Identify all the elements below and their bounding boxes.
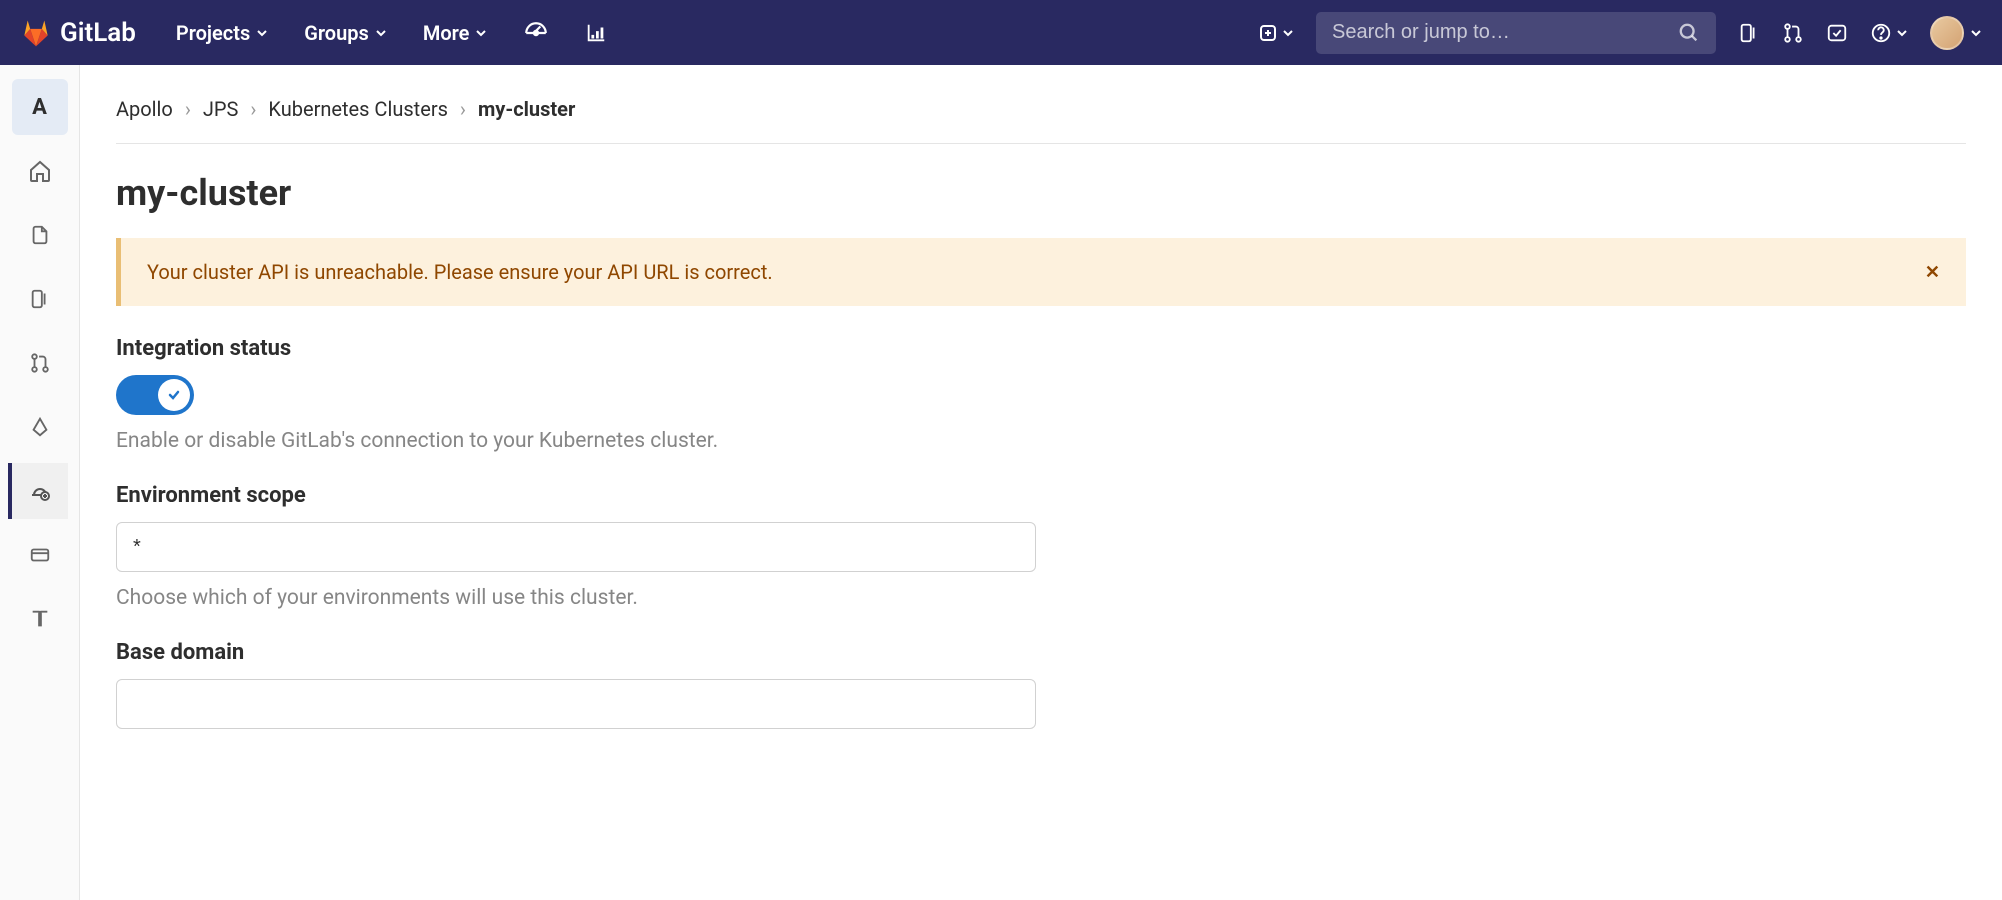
integration-toggle[interactable] xyxy=(116,375,194,415)
search-box[interactable] xyxy=(1316,12,1716,54)
warning-alert: Your cluster API is unreachable. Please … xyxy=(116,238,1966,306)
integration-status-label: Integration status xyxy=(116,336,1966,361)
sidebar-project-avatar[interactable]: A xyxy=(12,79,68,135)
main-content: Apollo › JPS › Kubernetes Clusters › my-… xyxy=(80,65,2002,900)
nav-menu: Projects Groups More xyxy=(176,20,608,46)
user-menu[interactable] xyxy=(1930,16,1982,50)
project-sidebar: A xyxy=(0,65,80,900)
toggle-knob xyxy=(158,379,190,411)
chevron-down-icon xyxy=(256,27,268,39)
sidebar-ci-icon[interactable] xyxy=(12,399,68,455)
help-icon[interactable] xyxy=(1870,22,1908,44)
breadcrumb-item[interactable]: Apollo xyxy=(116,97,173,121)
nav-more[interactable]: More xyxy=(423,21,488,45)
sidebar-home-icon[interactable] xyxy=(12,143,68,199)
integration-helper: Enable or disable GitLab's connection to… xyxy=(116,429,1966,453)
breadcrumb-current: my-cluster xyxy=(478,97,575,121)
chevron-down-icon xyxy=(1896,27,1908,39)
nav-projects[interactable]: Projects xyxy=(176,21,268,45)
alert-message: Your cluster API is unreachable. Please … xyxy=(147,260,773,284)
breadcrumb-item[interactable]: JPS xyxy=(203,97,239,121)
issues-icon[interactable] xyxy=(1738,22,1760,44)
sidebar-registry-icon[interactable] xyxy=(12,527,68,583)
nav-activity-icon[interactable] xyxy=(585,22,607,44)
chevron-down-icon xyxy=(1970,27,1982,39)
merge-requests-icon[interactable] xyxy=(1782,22,1804,44)
nav-groups-label: Groups xyxy=(304,21,369,45)
sidebar-merge-icon[interactable] xyxy=(12,335,68,391)
avatar xyxy=(1930,16,1964,50)
todos-icon[interactable] xyxy=(1826,22,1848,44)
breadcrumb-sep: › xyxy=(250,97,256,121)
base-domain-label: Base domain xyxy=(116,640,1966,665)
env-scope-input[interactable] xyxy=(116,522,1036,572)
sidebar-wiki-icon[interactable] xyxy=(12,591,68,647)
check-icon xyxy=(167,388,181,402)
plus-icon xyxy=(1258,23,1278,43)
sidebar-repo-icon[interactable] xyxy=(12,207,68,263)
env-scope-label: Environment scope xyxy=(116,483,1966,508)
sidebar-operations-icon[interactable] xyxy=(8,463,68,519)
breadcrumb: Apollo › JPS › Kubernetes Clusters › my-… xyxy=(116,85,1966,144)
breadcrumb-item[interactable]: Kubernetes Clusters xyxy=(268,97,448,121)
search-input[interactable] xyxy=(1332,21,1678,44)
top-navbar: GitLab Projects Groups More xyxy=(0,0,2002,65)
breadcrumb-sep: › xyxy=(185,97,191,121)
topbar-right xyxy=(1258,12,1982,54)
page-title: my-cluster xyxy=(116,172,1966,214)
nav-projects-label: Projects xyxy=(176,21,250,45)
gitlab-logo-icon xyxy=(20,18,52,48)
base-domain-input[interactable] xyxy=(116,679,1036,729)
brand-logo[interactable]: GitLab xyxy=(20,18,136,48)
env-scope-helper: Choose which of your environments will u… xyxy=(116,586,1966,610)
nav-groups[interactable]: Groups xyxy=(304,21,387,45)
new-button[interactable] xyxy=(1258,23,1294,43)
sidebar-issues-icon[interactable] xyxy=(12,271,68,327)
nav-more-label: More xyxy=(423,21,470,45)
search-icon xyxy=(1678,22,1700,44)
breadcrumb-sep: › xyxy=(460,97,466,121)
chevron-down-icon xyxy=(475,27,487,39)
chevron-down-icon xyxy=(1282,27,1294,39)
chevron-down-icon xyxy=(375,27,387,39)
alert-close-button[interactable]: ✕ xyxy=(1925,262,1940,283)
brand-name: GitLab xyxy=(60,18,136,48)
nav-dashboard-icon[interactable] xyxy=(523,20,549,46)
